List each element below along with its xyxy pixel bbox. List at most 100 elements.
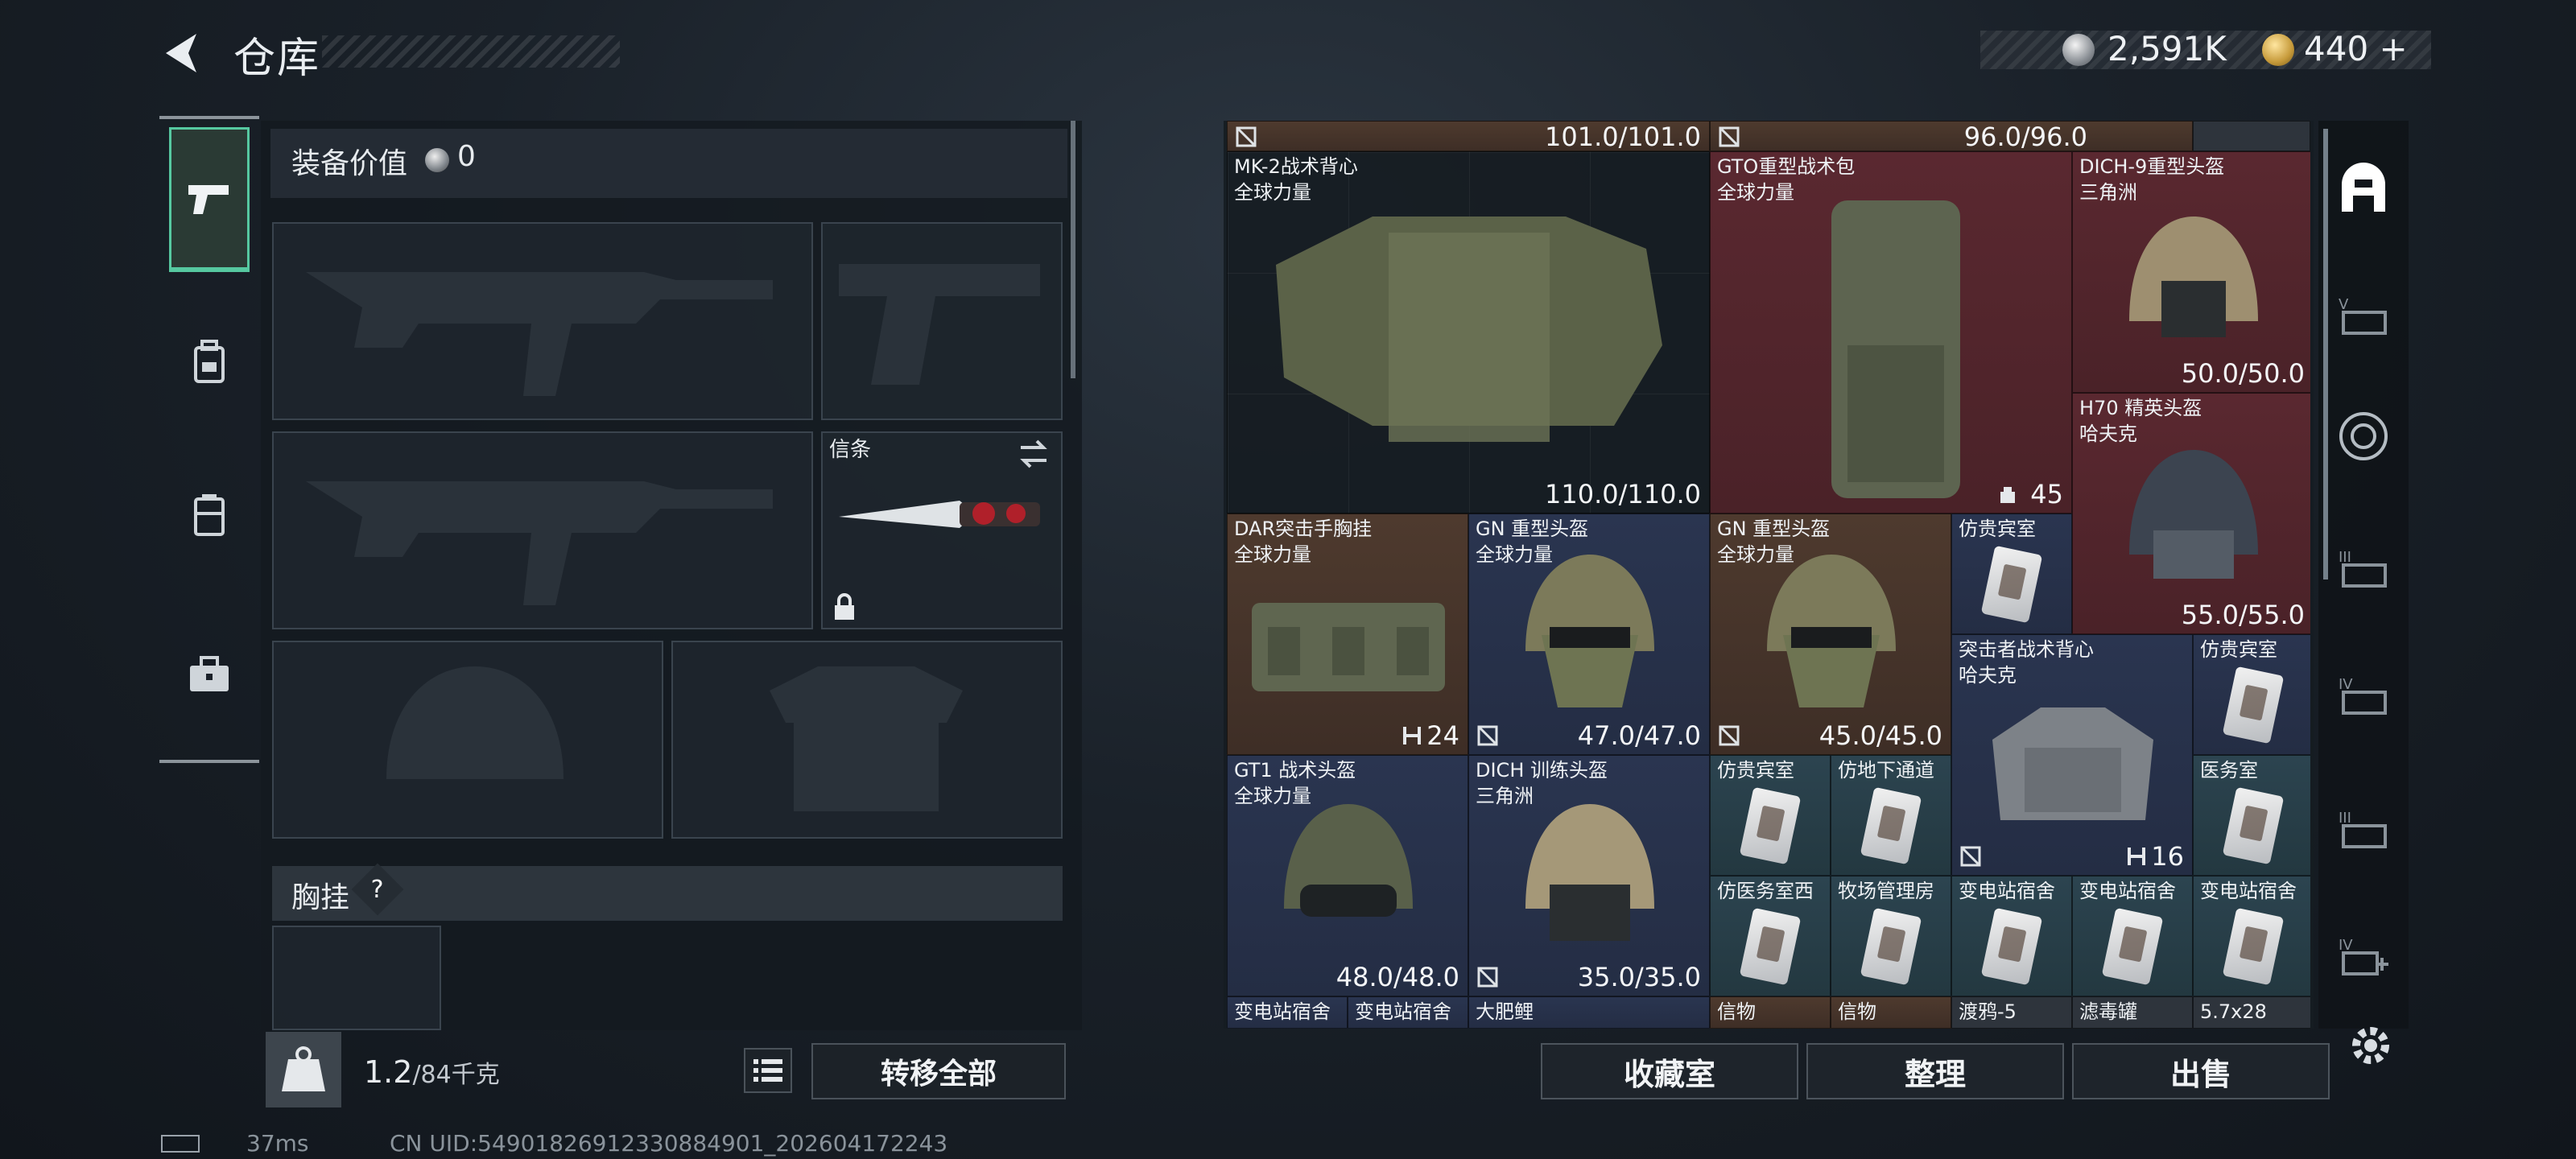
gear-icon <box>2352 1027 2389 1064</box>
tab-case[interactable] <box>169 602 250 747</box>
durability-icon <box>1477 725 1498 746</box>
tabs-divider <box>159 760 259 763</box>
silver-coin-icon <box>2062 34 2095 66</box>
stash-item[interactable]: 信物 <box>1831 996 1951 1029</box>
tab-stash-v[interactable]: V <box>2331 283 2396 348</box>
tab-stash-iii-2[interactable]: III <box>2331 797 2396 861</box>
durability-icon <box>1477 967 1498 988</box>
home-icon <box>2342 163 2385 212</box>
secondary-weapon-slot[interactable] <box>272 431 813 629</box>
back-arrow-icon <box>166 34 196 72</box>
stash-item[interactable]: DAR突击手胸挂 全球力量 24 <box>1227 514 1468 755</box>
stash-item[interactable]: 仿贵宾室 <box>1951 514 2072 634</box>
helmet-image <box>1767 555 1896 707</box>
transfer-all-button[interactable]: 转移全部 <box>811 1043 1066 1099</box>
stash-item[interactable]: DICH 训练头盔 三角洲 35.0/35.0 <box>1468 755 1710 996</box>
scrollbar[interactable] <box>2323 129 2328 580</box>
svg-text:III: III <box>2339 810 2351 827</box>
stash-item[interactable]: 渡鸦-5 <box>1951 996 2072 1029</box>
armor-silhouette-icon <box>770 666 963 811</box>
tab-weapon[interactable] <box>169 127 250 272</box>
rifle-icon <box>306 272 773 396</box>
keycard-image <box>2222 786 2285 865</box>
tab-stash-target[interactable] <box>2331 404 2396 468</box>
keycard-image <box>1980 907 2043 986</box>
tier-iv-icon: IV <box>2339 676 2387 715</box>
stash-item[interactable]: 仿贵宾室 <box>1710 755 1831 876</box>
keycard-image <box>2222 907 2285 986</box>
tab-vest[interactable] <box>169 443 250 588</box>
stash-item[interactable]: 变电站宿舍 <box>1227 996 1348 1029</box>
svg-text:V: V <box>2339 296 2349 313</box>
stash-item[interactable]: 变电站宿舍 <box>1951 876 2072 996</box>
stash-item[interactable]: 仿地下通道 <box>1831 755 1951 876</box>
stash-item[interactable]: DICH-9重型头盔 三角洲 50.0/50.0 <box>2072 151 2310 393</box>
tab-backpack[interactable] <box>169 290 250 435</box>
silver-coin-icon <box>425 148 449 172</box>
title-decoration <box>322 35 620 68</box>
armor-slot[interactable] <box>671 641 1063 839</box>
primary-weapon-slot[interactable] <box>272 222 813 420</box>
stash-item[interactable]: GN 重型头盔 全球力量 45.0/45.0 <box>1710 514 1951 755</box>
durability-icon <box>1719 725 1740 746</box>
scrollbar[interactable] <box>1071 121 1075 378</box>
stash-item[interactable]: 滤毒罐 <box>2072 996 2193 1029</box>
stash-item[interactable]: 信物 <box>1710 996 1831 1029</box>
sort-button[interactable]: 整理 <box>1806 1043 2064 1099</box>
list-icon <box>753 1059 782 1082</box>
briefcase-icon <box>190 656 229 691</box>
keycard-image <box>1739 907 1802 986</box>
helmet-image <box>2129 217 2258 337</box>
stash-item[interactable]: 医务室 <box>2193 755 2310 876</box>
stash-item[interactable]: 仿医务室西 <box>1710 876 1831 996</box>
tab-stash-add[interactable]: IV <box>2331 924 2396 988</box>
stash-item[interactable]: GN 重型头盔 全球力量 47.0/47.0 <box>1468 514 1710 755</box>
silver-balance: 2,591K <box>2107 29 2227 68</box>
durability-icon <box>1719 126 1740 147</box>
stash-item[interactable]: GT1 战术头盔 全球力量 48.0/48.0 <box>1227 755 1468 996</box>
collection-room-button[interactable]: 收藏室 <box>1541 1043 1798 1099</box>
pistol-silhouette-icon <box>839 264 1040 385</box>
ping: 37ms <box>246 1130 309 1157</box>
stash-item[interactable]: 突击者战术背心 哈夫克 16 <box>1951 634 2193 876</box>
gold-balance[interactable]: 440 + <box>2304 29 2408 68</box>
stash-item[interactable]: 大肥鲤 <box>1468 996 1710 1029</box>
tab-stash-home[interactable] <box>2331 158 2396 222</box>
stash-item[interactable]: GTO重型战术包 全球力量 45 <box>1710 151 2072 514</box>
stash-item[interactable]: 变电站宿舍 <box>2193 876 2310 996</box>
list-view-button[interactable] <box>744 1048 792 1093</box>
battery-icon <box>161 1135 200 1153</box>
stash-item[interactable]: H70 精英头盔 哈夫克 55.0/55.0 <box>2072 393 2310 634</box>
stash-item[interactable]: 牧场管理房 <box>1831 876 1951 996</box>
stash-item[interactable]: 变电站宿舍 <box>2072 876 2193 996</box>
chest-rig-slot[interactable] <box>272 926 441 1030</box>
sell-button[interactable]: 出售 <box>2072 1043 2330 1099</box>
rifle-icon <box>306 481 773 605</box>
add-gold-icon[interactable]: + <box>2380 29 2408 68</box>
sidearm-slot[interactable] <box>821 222 1063 420</box>
stash-item[interactable]: 仿贵宾室 <box>2193 634 2310 755</box>
slots-icon <box>1403 727 1421 744</box>
tab-stash-iii[interactable]: III <box>2331 536 2396 600</box>
stash-item[interactable]: MK-2战术背心 全球力量 110.0/110.0 <box>1227 151 1710 514</box>
item-durability: 101.0/101.0 <box>1545 122 1701 151</box>
keycard-image <box>1860 786 1922 865</box>
stash-item[interactable]: 5.7x28 <box>2193 996 2310 1029</box>
stash-grid[interactable]: 101.0/101.0 96.0/96.0 MK-2战术背心 全球力量 110.… <box>1227 121 2310 1029</box>
tabs-divider <box>159 116 259 119</box>
back-button[interactable] <box>158 29 206 77</box>
helmet-slot[interactable] <box>272 641 663 839</box>
vest-icon <box>194 494 225 536</box>
tab-stash-iv[interactable]: IV <box>2331 663 2396 728</box>
vest-image <box>1276 217 1662 442</box>
swap-icon[interactable] <box>1018 439 1050 468</box>
equipment-value-label: 装备价值 <box>291 147 408 180</box>
keycard-image <box>1860 907 1922 986</box>
tier-v-icon: V <box>2339 296 2387 335</box>
stash-item[interactable]: 变电站宿舍 <box>1348 996 1468 1029</box>
svg-text:IV: IV <box>2339 676 2353 693</box>
carry-weight: 1.2/84千克 <box>364 1054 500 1090</box>
tier-iii-2-icon: III <box>2339 810 2387 848</box>
settings-button[interactable] <box>2344 1019 2397 1072</box>
user-id: CN UID:54901826912330884901_202604172243 <box>390 1130 948 1157</box>
